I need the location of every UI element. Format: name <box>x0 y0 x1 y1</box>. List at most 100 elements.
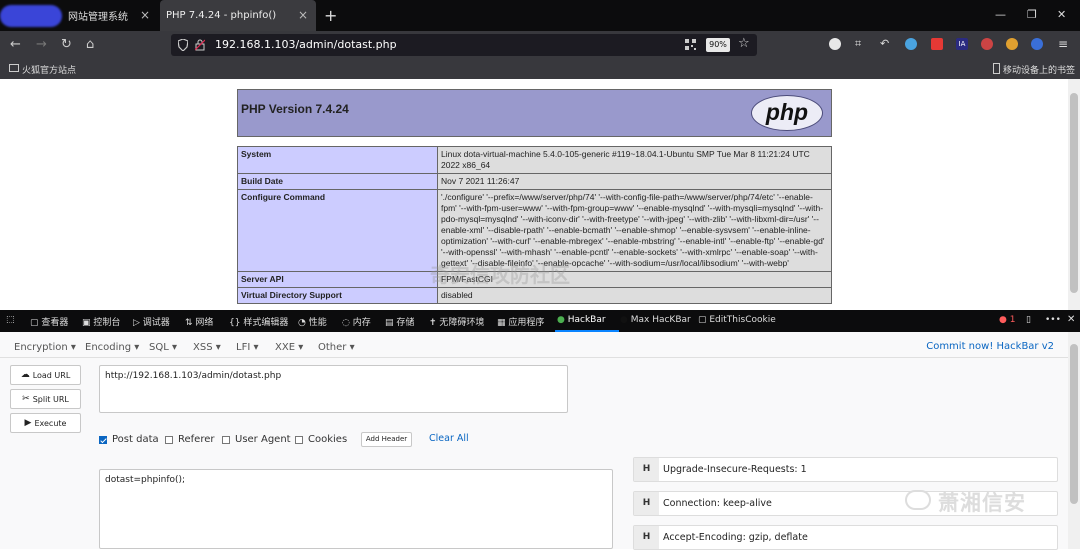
hackbar-scrollbar[interactable] <box>1068 332 1080 549</box>
extension-red-icon[interactable] <box>931 38 943 50</box>
extension-puzzle-icon[interactable] <box>981 38 993 50</box>
extension-ia-icon[interactable]: IA <box>956 38 968 50</box>
close-tab-icon[interactable]: × <box>298 8 308 22</box>
scroll-thumb[interactable] <box>1070 344 1078 504</box>
extension-info-icon[interactable] <box>829 38 841 50</box>
header-item[interactable]: H Upgrade-Insecure-Requests: 1 <box>633 457 1058 482</box>
page-scrollbar[interactable] <box>1068 79 1080 310</box>
restore-icon[interactable]: ❐ <box>1027 8 1037 21</box>
page-content: PHP Version 7.4.24 php System Linux dota-… <box>0 79 1068 310</box>
menu-encryption[interactable]: Encryption ▾ <box>14 342 76 353</box>
row-value: disabled <box>437 287 832 304</box>
star-bookmark-icon[interactable]: ☆ <box>738 36 750 51</box>
hackbar-icon: ● <box>557 315 565 325</box>
error-count[interactable]: ● 1 <box>999 315 1015 325</box>
url-bar[interactable]: 192.168.1.103/admin/dotast.php 90% ☆ <box>171 34 757 56</box>
tab-performance[interactable]: ◔ 性能 <box>298 315 327 328</box>
tab-style-editor[interactable]: {} 样式编辑器 <box>229 315 288 328</box>
referer-checkbox[interactable]: Referer <box>165 434 214 445</box>
qr-code-icon[interactable] <box>685 39 696 50</box>
tab-label: 存储 <box>396 318 415 328</box>
tab-label: 性能 <box>308 318 327 328</box>
menu-lfi[interactable]: LFI ▾ <box>236 342 258 353</box>
menu-xxe[interactable]: XXE ▾ <box>275 342 303 353</box>
menu-sql[interactable]: SQL ▾ <box>149 342 177 353</box>
close-window-icon[interactable]: ✕ <box>1057 8 1066 21</box>
insecure-lock-icon <box>195 39 205 51</box>
checkbox-label: Referer <box>178 434 215 445</box>
menu-encoding[interactable]: Encoding ▾ <box>85 342 139 353</box>
execute-button[interactable]: ▶ Execute <box>10 413 81 433</box>
load-url-button[interactable]: ☁ Load URL <box>10 365 81 385</box>
reload-icon[interactable]: ↻ <box>61 37 72 52</box>
user-agent-checkbox[interactable]: User Agent <box>222 434 291 445</box>
tab-phpinfo[interactable]: PHP 7.4.24 - phpinfo() × <box>160 0 316 31</box>
header-value[interactable]: Accept-Encoding: gzip, deflate <box>663 532 808 543</box>
undo-icon[interactable]: ↶ <box>880 38 892 50</box>
tab-site-admin[interactable]: 网站管理系统 × <box>0 0 158 31</box>
header-value[interactable]: Upgrade-Insecure-Requests: 1 <box>663 464 807 475</box>
bookmark-mobile[interactable]: 移动设备上的书签 <box>1003 63 1075 76</box>
forward-icon[interactable]: → <box>36 37 47 52</box>
menu-other[interactable]: Other ▾ <box>318 342 355 353</box>
bookmark-firefox-official[interactable]: 火狐官方站点 <box>22 63 76 76</box>
php-logo: php <box>751 95 823 131</box>
checkbox-checked[interactable] <box>99 435 107 444</box>
menu-xss[interactable]: XSS ▾ <box>193 342 221 353</box>
zoom-level-badge[interactable]: 90% <box>706 38 730 52</box>
wechat-icon <box>905 490 931 510</box>
tab-console[interactable]: ▣ 控制台 <box>82 315 120 328</box>
tab-inspector[interactable]: ▢ 查看器 <box>30 315 68 328</box>
add-header-button[interactable]: Add Header <box>361 432 412 447</box>
cookie-icon[interactable] <box>1006 38 1018 50</box>
back-icon[interactable]: ← <box>10 37 21 52</box>
post-data-checkbox[interactable]: Post data <box>99 434 159 445</box>
extension-circle-icon[interactable] <box>905 38 917 50</box>
more-options-icon[interactable]: ••• <box>1045 315 1061 325</box>
url-textarea[interactable]: http://192.168.1.103/admin/dotast.php <box>99 365 568 413</box>
tab-memory[interactable]: ◌ 内存 <box>342 315 371 328</box>
menu-icon[interactable]: ≡ <box>1058 38 1070 50</box>
cookies-checkbox[interactable]: Cookies <box>295 434 347 445</box>
checkbox-unchecked[interactable] <box>222 435 230 444</box>
tab-label: EditThisCookie <box>709 315 776 325</box>
row-key: Virtual Directory Support <box>237 287 438 304</box>
header-item[interactable]: H Accept-Encoding: gzip, deflate <box>633 525 1058 550</box>
tab-accessibility[interactable]: ✝ 无障碍环境 <box>429 315 484 328</box>
pick-element-icon[interactable]: ⬚ <box>6 315 15 325</box>
checkbox-unchecked[interactable] <box>165 435 173 444</box>
error-count-label: 1 <box>1009 315 1016 325</box>
checkbox-unchecked[interactable] <box>295 435 303 444</box>
dock-icon[interactable]: ▯ <box>1026 315 1031 325</box>
clear-all-link[interactable]: Clear All <box>429 433 469 444</box>
tab-max-hackbar[interactable]: ● Max HacKBar <box>620 315 691 325</box>
globe-icon[interactable] <box>1031 38 1043 50</box>
table-row: Build Date Nov 7 2021 11:26:47 <box>237 173 832 190</box>
row-value: Linux dota-virtual-machine 5.4.0-105-gen… <box>437 146 832 174</box>
tab-label: 控制台 <box>93 318 121 328</box>
tab-debugger[interactable]: ▷ 调试器 <box>133 315 170 328</box>
minimize-icon[interactable]: — <box>995 8 1006 21</box>
home-icon[interactable]: ⌂ <box>86 37 94 52</box>
tab-hackbar[interactable]: ● HackBar <box>557 315 606 325</box>
checkbox-label: Post data <box>112 434 159 445</box>
header-value[interactable]: Connection: keep-alive <box>663 498 772 509</box>
crop-icon[interactable]: ⌗ <box>855 38 867 50</box>
checkbox-label: User Agent <box>235 434 291 445</box>
close-devtools-icon[interactable]: ✕ <box>1067 314 1075 325</box>
tab-network[interactable]: ⇅ 网络 <box>185 315 213 328</box>
tab-application[interactable]: ▦ 应用程序 <box>497 315 544 328</box>
split-url-button[interactable]: ✂ Split URL <box>10 389 81 409</box>
commit-link[interactable]: Commit now! HackBar v2 <box>926 341 1054 352</box>
tab-label: HackBar <box>567 315 606 325</box>
shield-icon <box>178 39 188 51</box>
tab-label: 调试器 <box>142 318 170 328</box>
post-data-textarea[interactable]: dotast=phpinfo(); <box>99 469 613 549</box>
tab-editthiscookie[interactable]: ▢ EditThisCookie <box>698 315 776 325</box>
new-tab-button[interactable]: + <box>324 6 337 25</box>
button-label: Load URL <box>32 370 71 380</box>
close-tab-icon[interactable]: × <box>140 8 150 22</box>
tab-storage[interactable]: ▤ 存储 <box>385 315 414 328</box>
scroll-thumb[interactable] <box>1070 93 1078 293</box>
cloud-download-icon: ☁ <box>20 370 30 380</box>
